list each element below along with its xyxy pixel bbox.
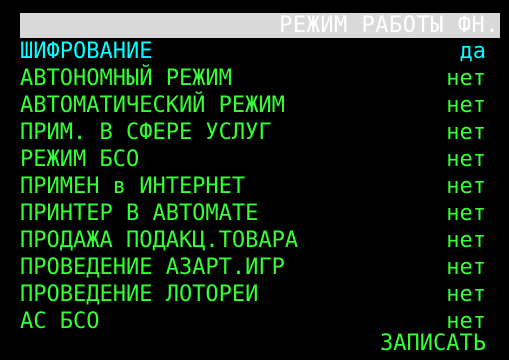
list-item-services-sphere[interactable]: ПРИМ. В СФЕРЕ УСЛУГ нет [20, 119, 500, 146]
list-item-autonomous-mode[interactable]: АВТОНОМНЫЙ РЕЖИМ нет [20, 65, 500, 92]
footer: ЗАПИСАТЬ [20, 330, 500, 357]
list-item-gambling[interactable]: ПРОВЕДЕНИЕ АЗАРТ.ИГР нет [20, 254, 500, 281]
save-button[interactable]: ЗАПИСАТЬ [380, 331, 500, 356]
list-item-encryption[interactable]: ШИФРОВАНИЕ да [20, 38, 500, 65]
list-item-label: ПРОВЕДЕНИЕ АЗАРТ.ИГР [20, 255, 285, 280]
list-item-internet-use[interactable]: ПРИМЕН в ИНТЕРНЕТ нет [20, 173, 500, 200]
list-item-label: ПРИМЕН в ИНТЕРНЕТ [20, 174, 246, 199]
list-item-value: да [459, 39, 487, 64]
fiscal-drive-mode-screen: РЕЖИМ РАБОТЫ ФН. ШИФРОВАНИЕ да АВТОНОМНЫ… [0, 0, 509, 360]
mode-settings-list: ШИФРОВАНИЕ да АВТОНОМНЫЙ РЕЖИМ нет АВТОМ… [20, 38, 500, 335]
list-item-value: нет [446, 66, 486, 91]
list-item-lottery[interactable]: ПРОВЕДЕНИЕ ЛОТОРЕИ нет [20, 281, 500, 308]
title-bar: РЕЖИМ РАБОТЫ ФН. [20, 13, 500, 38]
list-item-printer-in-machine[interactable]: ПРИНТЕР В АВТОМАТЕ нет [20, 200, 500, 227]
list-item-label: ШИФРОВАНИЕ [20, 39, 153, 64]
page-title: РЕЖИМ РАБОТЫ ФН. [279, 13, 499, 38]
list-item-label: ПРОДАЖА ПОДАКЦ.ТОВАРА [20, 228, 299, 253]
list-item-value: нет [446, 120, 486, 145]
list-item-value: нет [446, 93, 486, 118]
list-item-label: ПРИНТЕР В АВТОМАТЕ [20, 201, 259, 226]
list-item-value: нет [446, 174, 486, 199]
list-item-value: нет [446, 228, 486, 253]
list-item-label: ПРИМ. В СФЕРЕ УСЛУГ [20, 120, 272, 145]
list-item-value: нет [446, 255, 486, 280]
list-item-label: РЕЖИМ БСО [20, 147, 140, 172]
list-item-value: нет [446, 282, 486, 307]
list-item-bso-mode[interactable]: РЕЖИМ БСО нет [20, 146, 500, 173]
list-item-value: нет [446, 147, 486, 172]
list-item-label: АВТОНОМНЫЙ РЕЖИМ [20, 66, 232, 91]
list-item-label: АВТОМАТИЧЕСКИЙ РЕЖИМ [20, 93, 285, 118]
list-item-label: ПРОВЕДЕНИЕ ЛОТОРЕИ [20, 282, 259, 307]
list-item-automatic-mode[interactable]: АВТОМАТИЧЕСКИЙ РЕЖИМ нет [20, 92, 500, 119]
list-item-value: нет [446, 201, 486, 226]
list-item-excise-goods[interactable]: ПРОДАЖА ПОДАКЦ.ТОВАРА нет [20, 227, 500, 254]
